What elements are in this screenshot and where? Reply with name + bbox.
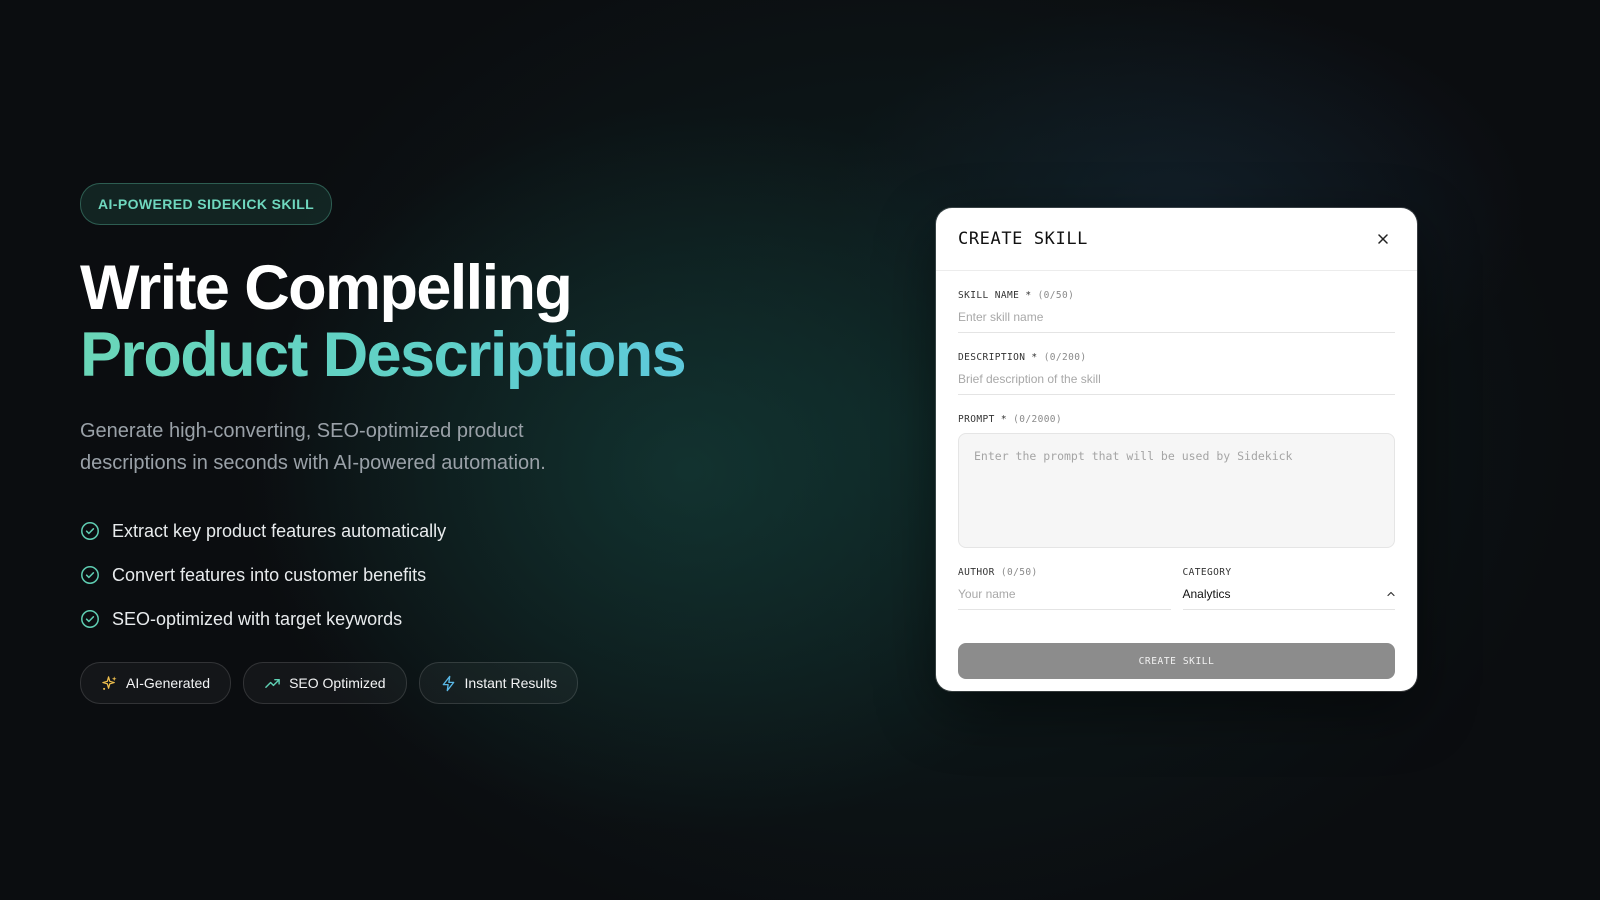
category-field: CATEGORY Analytics (1182, 567, 1395, 610)
modal-title: CREATE SKILL (958, 229, 1089, 249)
author-label-text: AUTHOR (958, 567, 995, 578)
prompt-label: PROMPT * (0/2000) (958, 414, 1395, 425)
pill-label: AI-Generated (126, 675, 211, 691)
close-icon (1378, 234, 1388, 244)
hero-title-line-2: Product Descriptions (80, 322, 800, 389)
modal-body: SKILL NAME * (0/50) DESCRIPTION * (0/200… (936, 290, 1417, 679)
pill-label: Instant Results (464, 675, 558, 691)
hero-section: AI-POWERED SIDEKICK SKILL Write Compelli… (80, 183, 800, 704)
hero-title-line-1: Write Compelling (80, 253, 573, 323)
description-label-text: DESCRIPTION * (958, 352, 1038, 363)
feature-item: Extract key product features automatical… (80, 519, 800, 543)
feature-list: Extract key product features automatical… (80, 519, 800, 631)
pill-instant-results[interactable]: Instant Results (418, 662, 579, 704)
hero-title: Write Compelling Product Descriptions (80, 255, 800, 389)
skill-name-input[interactable] (958, 301, 1395, 333)
category-select[interactable]: Analytics (1182, 578, 1395, 610)
feature-item: SEO-optimized with target keywords (80, 607, 800, 631)
category-value: Analytics (1182, 587, 1231, 601)
prompt-counter: (0/2000) (1013, 414, 1063, 425)
feature-text: Extract key product features automatical… (112, 520, 447, 541)
pill-seo-optimized[interactable]: SEO Optimized (243, 662, 407, 704)
feature-text: Convert features into customer benefits (112, 564, 427, 585)
pill-label: SEO Optimized (289, 675, 386, 691)
close-button[interactable] (1371, 227, 1395, 251)
feature-item: Convert features into customer benefits (80, 563, 800, 587)
description-counter: (0/200) (1043, 352, 1087, 363)
check-circle-icon (81, 610, 99, 628)
feature-text: SEO-optimized with target keywords (112, 608, 403, 629)
prompt-textarea[interactable] (958, 433, 1395, 548)
sparkles-icon (102, 675, 117, 690)
feature-pills: AI-Generated SEO Optimized Instant Resul… (80, 662, 800, 704)
trending-up-icon (265, 678, 280, 688)
chevron-up-icon (1387, 591, 1395, 597)
category-label: CATEGORY (1182, 567, 1232, 578)
skill-name-label: SKILL NAME * (0/50) (958, 290, 1395, 301)
author-label: AUTHOR (0/50) (958, 567, 1171, 578)
check-circle-icon (81, 566, 99, 584)
hero-subtitle: Generate high-converting, SEO-optimized … (80, 420, 546, 474)
prompt-label-text: PROMPT * (958, 414, 1007, 425)
author-input[interactable] (958, 578, 1171, 610)
author-field: AUTHOR (0/50) (958, 567, 1171, 610)
pill-ai-generated[interactable]: AI-Generated (80, 662, 232, 704)
author-counter: (0/50) (1000, 567, 1038, 578)
skill-name-field: SKILL NAME * (0/50) (958, 290, 1395, 333)
prompt-field: PROMPT * (0/2000) (958, 414, 1395, 548)
lightning-icon (442, 675, 454, 691)
create-skill-modal: CREATE SKILL SKILL NAME * (0/50) DESCRIP… (936, 208, 1417, 691)
description-input[interactable] (958, 363, 1395, 395)
modal-header: CREATE SKILL (936, 208, 1417, 271)
description-field: DESCRIPTION * (0/200) (958, 352, 1395, 395)
author-category-row: AUTHOR (0/50) CATEGORY Analytics (958, 567, 1395, 610)
skill-name-counter: (0/50) (1037, 290, 1075, 301)
description-label: DESCRIPTION * (0/200) (958, 352, 1395, 363)
check-circle-icon (81, 522, 99, 540)
skill-name-label-text: SKILL NAME * (958, 290, 1032, 301)
create-skill-button[interactable]: CREATE SKILL (958, 643, 1395, 679)
hero-badge: AI-POWERED SIDEKICK SKILL (80, 183, 333, 225)
